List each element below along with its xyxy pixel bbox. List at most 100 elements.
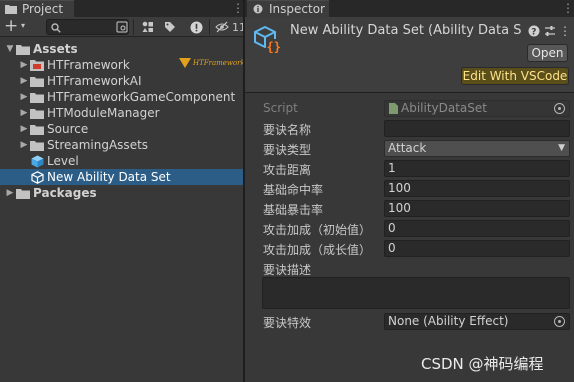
property-label: 要诀名称 bbox=[263, 123, 312, 137]
property-label: 攻击加成（成长值） bbox=[263, 243, 372, 257]
project-panel: Project ⋮ + ▾ 11 ▼ Assets ▶ HTFramework … bbox=[0, 0, 246, 382]
property-row-ability-type: 要诀类型 Attack ▼ bbox=[245, 139, 574, 157]
description-textarea[interactable] bbox=[262, 277, 570, 309]
ability-effect-object-field[interactable]: None (Ability Effect) bbox=[384, 313, 570, 330]
tree-item-streamingassets[interactable]: ▶ StreamingAssets bbox=[0, 137, 243, 153]
hidden-packages-eye-icon[interactable] bbox=[212, 18, 232, 36]
tree-item-label: New Ability Data Set bbox=[47, 170, 171, 184]
open-button[interactable]: Open bbox=[527, 44, 568, 62]
tree-item-label: HTFramework bbox=[47, 58, 130, 72]
property-row-base-hit-rate: 基础命中率 100 bbox=[245, 179, 574, 197]
collapse-arrow-icon[interactable]: ▶ bbox=[18, 124, 30, 134]
base-crit-rate-input[interactable]: 100 bbox=[384, 200, 570, 217]
more-options-icon[interactable]: ⋮ bbox=[559, 24, 571, 38]
property-label: 要诀特效 bbox=[263, 316, 312, 330]
inspector-panel: Inspector ⋮ {} New Ability Data Set (Abi… bbox=[245, 0, 574, 382]
property-label: 攻击距离 bbox=[263, 163, 312, 177]
property-label: 攻击加成（初始值） bbox=[263, 223, 372, 237]
svg-text:?: ? bbox=[531, 28, 536, 38]
base-hit-rate-input[interactable]: 100 bbox=[384, 180, 570, 197]
htframework-badge: HTFramework bbox=[179, 58, 245, 68]
property-row-attack-bonus-growth: 攻击加成（成长值） 0 bbox=[245, 239, 574, 257]
collapse-arrow-icon[interactable]: ▶ bbox=[18, 76, 30, 86]
folder-tab-icon bbox=[5, 4, 17, 14]
tab-project[interactable]: Project bbox=[0, 0, 74, 17]
property-row-ability-effect: 要诀特效 None (Ability Effect) bbox=[245, 312, 574, 330]
tree-item-new-ability-data-set[interactable]: New Ability Data Set bbox=[0, 169, 243, 185]
tree-item-level[interactable]: Level bbox=[0, 153, 243, 169]
property-label: 要诀描述 bbox=[263, 263, 312, 277]
presets-sliders-icon[interactable] bbox=[544, 25, 556, 37]
attack-range-input[interactable]: 1 bbox=[384, 160, 570, 177]
collapse-arrow-icon[interactable]: ▶ bbox=[18, 92, 30, 102]
tree-item-label: Assets bbox=[33, 42, 78, 56]
chevron-down-icon: ▼ bbox=[558, 143, 565, 153]
help-icon[interactable]: ? bbox=[528, 25, 540, 37]
script-object-field: AbilityDataSet bbox=[384, 100, 570, 117]
folder-icon bbox=[30, 106, 44, 120]
property-row-attack-bonus-initial: 攻击加成（初始值） 0 bbox=[245, 219, 574, 237]
tree-item-label: Packages bbox=[33, 186, 97, 200]
asset-title: New Ability Data Set (Ability Data Set) bbox=[290, 23, 522, 38]
property-label: 基础暴击率 bbox=[263, 203, 324, 217]
tree-item-htmodulemanager[interactable]: ▶ HTModuleManager bbox=[0, 105, 243, 121]
object-picker-icon[interactable] bbox=[554, 316, 565, 327]
script-file-icon bbox=[389, 103, 398, 116]
dropdown-value: Attack bbox=[388, 141, 427, 155]
svg-text:{}: {} bbox=[267, 40, 281, 54]
attack-bonus-initial-input[interactable]: 0 bbox=[384, 220, 570, 237]
tree-item-label: HTFrameworkGameComponent bbox=[47, 90, 236, 104]
ability-type-dropdown[interactable]: Attack ▼ bbox=[384, 140, 570, 157]
ability-name-input[interactable] bbox=[384, 120, 570, 137]
tree-item-htframeworkai[interactable]: ▶ HTFrameworkAI bbox=[0, 73, 243, 89]
folder-special-icon bbox=[30, 58, 44, 72]
filter-by-type-icon[interactable] bbox=[138, 18, 158, 36]
folder-icon bbox=[30, 122, 44, 136]
tree-item-label: Source bbox=[47, 122, 89, 136]
search-scope-icon[interactable] bbox=[112, 18, 132, 36]
log-warning-icon[interactable] bbox=[186, 18, 206, 36]
tree-item-label: StreamingAssets bbox=[47, 138, 149, 152]
tab-project-label: Project bbox=[22, 2, 64, 16]
search-icon bbox=[51, 22, 61, 36]
collapse-arrow-icon[interactable]: ▶ bbox=[4, 188, 16, 198]
create-add-button[interactable]: + bbox=[4, 18, 18, 35]
property-row-description: 要诀描述 bbox=[245, 259, 574, 277]
attack-bonus-growth-input[interactable]: 0 bbox=[384, 240, 570, 257]
collapse-arrow-icon[interactable]: ▶ bbox=[18, 140, 30, 150]
edit-with-vscode-button[interactable]: Edit With VSCode bbox=[461, 67, 569, 85]
folder-icon bbox=[16, 42, 30, 56]
scene-cube-icon bbox=[30, 154, 44, 168]
inspector-asset-header: {} New Ability Data Set (Ability Data Se… bbox=[245, 17, 574, 93]
toolbar-divider bbox=[209, 19, 210, 35]
project-toolbar: + ▾ 11 bbox=[0, 17, 246, 37]
tree-item-assets[interactable]: ▼ Assets bbox=[0, 41, 243, 57]
folder-icon bbox=[16, 186, 30, 200]
collapse-arrow-icon[interactable]: ▶ bbox=[18, 60, 30, 70]
object-picker-icon bbox=[554, 103, 565, 114]
property-label: 要诀类型 bbox=[263, 143, 312, 157]
toolbar-divider bbox=[133, 19, 134, 35]
inspector-tab-bar: Inspector ⋮ bbox=[245, 0, 574, 17]
folder-icon bbox=[30, 90, 44, 104]
tree-item-htframework[interactable]: ▶ HTFramework HTFramework bbox=[0, 57, 245, 73]
tree-item-packages[interactable]: ▶ Packages bbox=[0, 185, 243, 201]
tree-item-htframeworkgamecomponent[interactable]: ▶ HTFrameworkGameComponent bbox=[0, 89, 243, 105]
filter-by-label-icon[interactable] bbox=[160, 18, 180, 36]
project-tab-bar: Project ⋮ bbox=[0, 0, 244, 17]
expand-arrow-icon[interactable]: ▼ bbox=[4, 44, 16, 54]
tree-item-label: HTFrameworkAI bbox=[47, 74, 142, 88]
tab-inspector-label: Inspector bbox=[269, 2, 325, 16]
scriptable-object-asset-icon: {} bbox=[254, 25, 282, 54]
property-label: 基础命中率 bbox=[263, 183, 324, 197]
htframework-badge-text: HTFramework bbox=[193, 59, 245, 67]
tree-item-source[interactable]: ▶ Source bbox=[0, 121, 243, 137]
property-row-attack-range: 攻击距离 1 bbox=[245, 159, 574, 177]
collapse-arrow-icon[interactable]: ▶ bbox=[18, 108, 30, 118]
inspector-panel-menu-icon[interactable]: ⋮ bbox=[562, 2, 574, 14]
tab-inspector[interactable]: Inspector bbox=[247, 0, 329, 17]
script-value: AbilityDataSet bbox=[401, 101, 487, 115]
folder-icon bbox=[30, 74, 44, 88]
watermark: CSDN @神码编程 bbox=[421, 355, 544, 373]
create-dropdown-caret-icon[interactable]: ▾ bbox=[21, 21, 25, 30]
